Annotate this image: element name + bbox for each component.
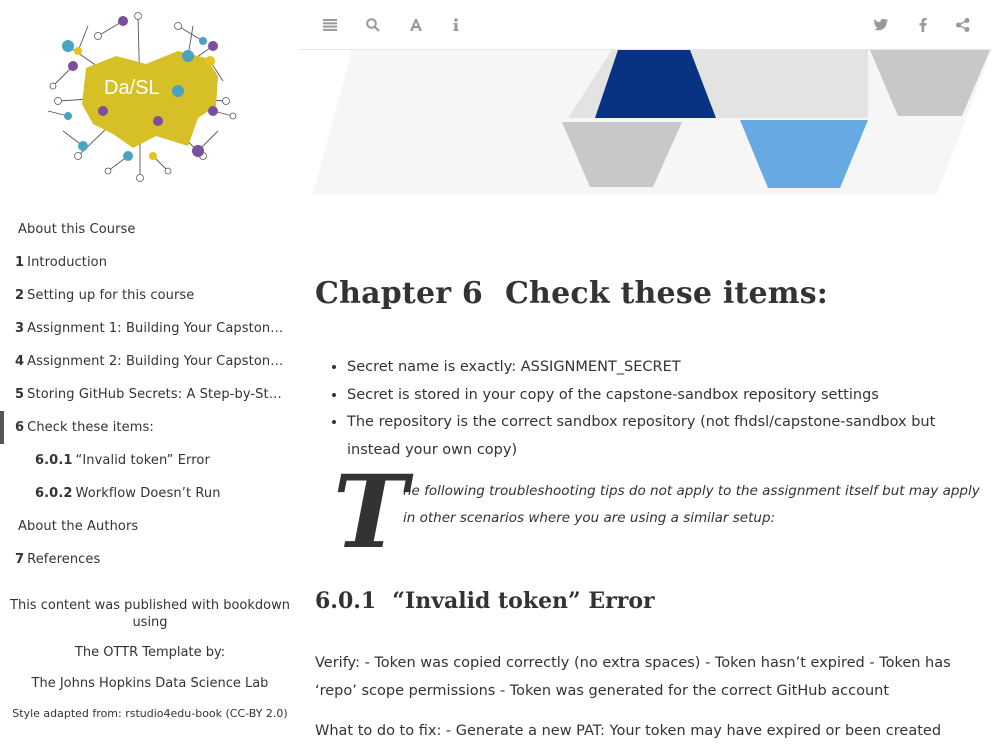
toc-item-references[interactable]: 7 References [0, 543, 300, 576]
toc-item-workflow-doesnt-run[interactable]: 6.0.2 Workflow Doesn’t Run [0, 477, 300, 510]
dasl-logo[interactable]: Da/SL [38, 6, 242, 186]
drop-cap: T [333, 453, 408, 571]
ottr-template-link[interactable]: The OTTR Template by: [0, 645, 300, 660]
search-icon[interactable] [362, 14, 384, 36]
style-credit-link[interactable]: Style adapted from: rstudio4edu-book (CC… [0, 707, 300, 720]
troubleshooting-note: he following troubleshooting tips do not… [403, 483, 980, 526]
fix-paragraph: What to do to fix: - Generate a new PAT:… [315, 723, 942, 739]
jhu-dasl-link[interactable]: The Johns Hopkins Data Science Lab [0, 676, 300, 691]
list-item: Secret is stored in your copy of the cap… [347, 382, 987, 410]
check-items-list: Secret name is exactly: ASSIGNMENT_SECRE… [315, 354, 987, 464]
toc-item-invalid-token[interactable]: 6.0.1 “Invalid token” Error [0, 444, 300, 477]
menu-icon[interactable] [319, 14, 341, 36]
table-of-contents: About this Course 1 Introduction 2 Setting… [0, 213, 300, 576]
sidebar: Da/SL About this Course 1 Introduction 2S… [0, 0, 300, 744]
logo-text: Da/SL [104, 77, 160, 99]
list-item: Secret name is exactly: ASSIGNMENT_SECRE… [347, 354, 987, 382]
toc-item-introduction[interactable]: 1 Introduction [0, 246, 300, 279]
toc-item-about-course[interactable]: About this Course [0, 213, 300, 246]
bookdown-credit-link[interactable]: This content was published with bookdown… [8, 597, 292, 631]
book-toolbar [300, 0, 992, 50]
logo-shape [82, 51, 218, 148]
toc-item-storing-secrets[interactable]: 5 Storing GitHub Secrets: A Step-by-Step … [0, 378, 300, 411]
toc-item-check-items[interactable]: 6 Check these items: [0, 411, 300, 444]
list-item: The repository is the correct sandbox re… [347, 409, 987, 464]
chapter-title: Chapter 6 Check these items: [315, 276, 829, 311]
toc-item-assignment-2[interactable]: 4 Assignment 2: Building Your Capstone … [0, 345, 300, 378]
facebook-icon[interactable] [912, 14, 934, 36]
share-icon[interactable] [952, 14, 974, 36]
verify-paragraph: Verify: - Token was copied correctly (no… [315, 655, 951, 699]
chapter-banner [313, 50, 992, 194]
toc-item-assignment-1[interactable]: 3 Assignment 1: Building Your Capstone … [0, 312, 300, 345]
toc-item-about-authors[interactable]: About the Authors [0, 510, 300, 543]
font-icon[interactable] [405, 14, 427, 36]
twitter-icon[interactable] [870, 14, 892, 36]
section-title: 6.0.1 “Invalid token” Error [315, 588, 655, 614]
toc-item-setting-up[interactable]: 2 Setting up for this course [0, 279, 300, 312]
info-icon[interactable] [445, 14, 467, 36]
